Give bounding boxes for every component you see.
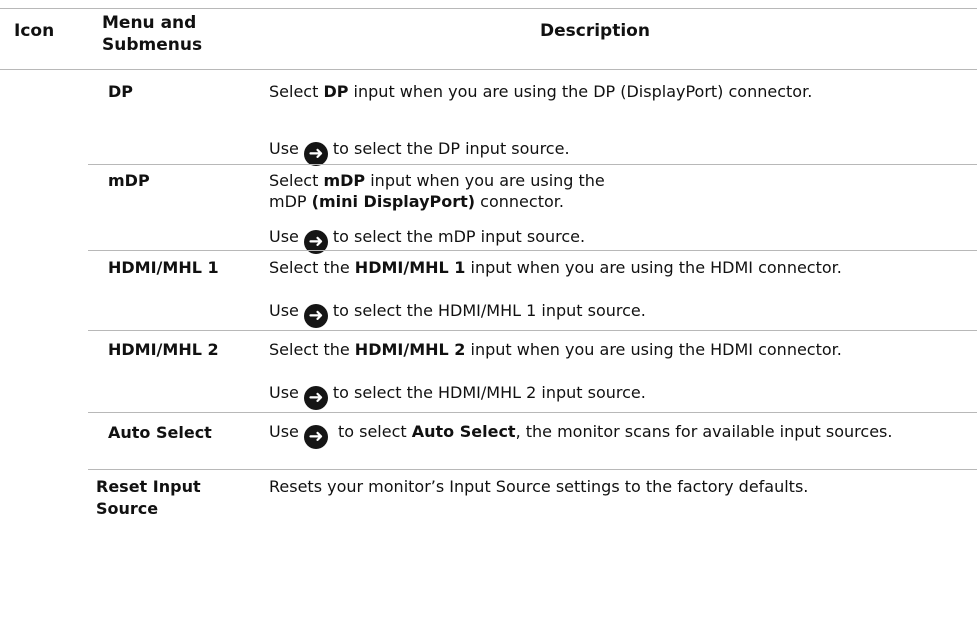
text: Use xyxy=(269,383,299,402)
description-dp: Select DP input when you are using the D… xyxy=(269,81,969,102)
arrow-right-circle-icon: ➜ xyxy=(303,304,328,328)
column-header-menu-line1: Menu and xyxy=(102,13,197,33)
table-top-rule xyxy=(0,8,977,9)
text: connector. xyxy=(475,192,564,211)
usage-hdmi-mhl-1: Use ➜ to select the HDMI/MHL 1 input sourc… xyxy=(269,300,969,328)
text: input when you are using the xyxy=(365,171,605,190)
text: to select the mDP input source. xyxy=(332,227,586,246)
text: Select xyxy=(269,82,324,101)
arrow-right-circle-icon: ➜ xyxy=(303,425,328,449)
description-mdp: Select mDP input when you are using the … xyxy=(269,170,969,212)
text: to select the HDMI/MHL 2 input source. xyxy=(332,383,646,402)
column-header-menu-line2: Submenus xyxy=(102,35,203,55)
text: Select the xyxy=(269,258,355,277)
arrow-right-circle-icon: ➜ xyxy=(303,142,328,166)
text: Use xyxy=(269,227,299,246)
text: mDP xyxy=(269,192,312,211)
menu-item-auto-select: Auto Select xyxy=(108,423,212,442)
text: Reset Input xyxy=(96,477,201,496)
text-bold: Auto Select xyxy=(411,422,516,441)
column-header-icon: Icon xyxy=(14,21,55,41)
row-divider xyxy=(88,250,977,251)
column-header-description: Description xyxy=(540,21,650,41)
column-header-menu: Menu and Submenus xyxy=(102,12,252,56)
menu-item-reset-input-source: Reset Input Source xyxy=(96,476,246,520)
arrow-right-circle-icon: ➜ xyxy=(303,386,328,410)
text: to select xyxy=(332,422,412,441)
row-divider xyxy=(88,469,977,470)
header-rule xyxy=(0,69,977,70)
usage-hdmi-mhl-2: Use ➜ to select the HDMI/MHL 2 input sourc… xyxy=(269,382,969,410)
row-divider xyxy=(88,330,977,331)
text: Use xyxy=(269,422,299,441)
text-bold: HDMI/MHL 1 xyxy=(354,258,466,277)
text: to select the DP input source. xyxy=(332,139,570,158)
description-reset-input-source: Resets your monitor’s Input Source setti… xyxy=(269,477,809,496)
text-bold: DP xyxy=(323,82,349,101)
description-hdmi-mhl-2: Select the HDMI/MHL 2 input when you are… xyxy=(269,339,969,360)
menu-item-dp: DP xyxy=(108,82,134,101)
text: input when you are using the HDMI connec… xyxy=(465,258,842,277)
text: to select the HDMI/MHL 1 input source. xyxy=(332,301,646,320)
usage-dp: Use ➜ to select the DP input source. xyxy=(269,138,969,166)
text: Use xyxy=(269,301,299,320)
text-bold: HDMI/MHL 2 xyxy=(354,340,466,359)
menu-item-hdmi-mhl-1: HDMI/MHL 1 xyxy=(108,258,219,277)
text: Select xyxy=(269,171,324,190)
description-auto-select: Use ➜ to select Auto Select, the monitor … xyxy=(269,421,969,449)
text: input when you are using the HDMI connec… xyxy=(465,340,842,359)
row-divider xyxy=(88,164,977,165)
text-bold: (mini DisplayPort) xyxy=(311,192,476,211)
text: Select the xyxy=(269,340,355,359)
text: , the monitor scans for available input … xyxy=(515,422,893,441)
menu-item-mdp: mDP xyxy=(108,171,150,190)
text-bold: mDP xyxy=(323,171,366,190)
row-divider xyxy=(88,412,977,413)
text: input when you are using the DP (Display… xyxy=(348,82,813,101)
menu-item-hdmi-mhl-2: HDMI/MHL 2 xyxy=(108,340,219,359)
description-hdmi-mhl-1: Select the HDMI/MHL 1 input when you are… xyxy=(269,257,969,278)
text: Source xyxy=(96,499,159,518)
text: Use xyxy=(269,139,299,158)
